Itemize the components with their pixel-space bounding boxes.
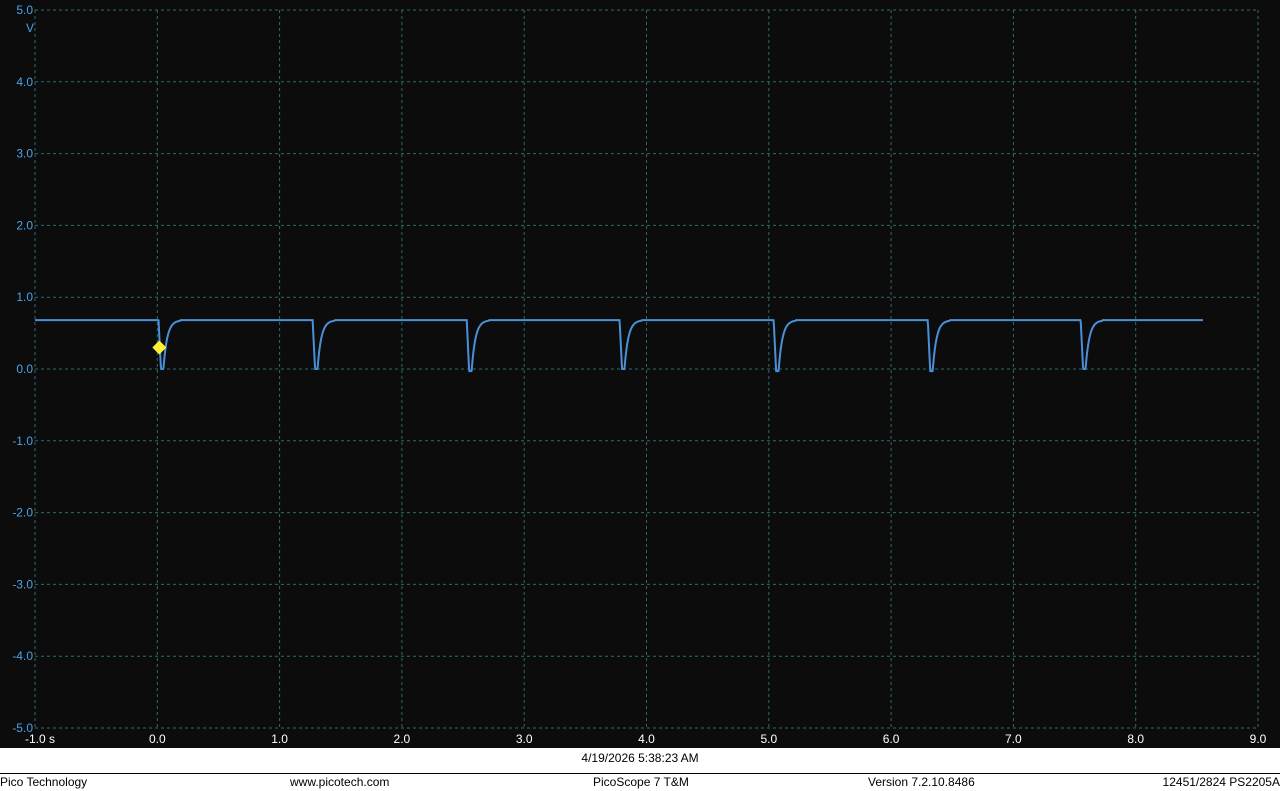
traces — [35, 319, 1203, 373]
y-tick-label: 1.0 — [16, 290, 33, 304]
waveform-trace — [35, 319, 1203, 373]
y-tick-label: 2.0 — [16, 218, 33, 232]
waveform-plot: 5.04.03.02.01.00.0-1.0-2.0-3.0-4.0-5.0 -… — [12, 3, 1267, 746]
y-tick-label: -2.0 — [12, 506, 33, 520]
x-tick-label: -1.0 s — [25, 732, 55, 746]
x-tick-label: 5.0 — [760, 732, 777, 746]
capture-timestamp: 4/19/2026 5:38:23 AM — [581, 751, 699, 765]
footer-bar: Pico Technology www.picotech.com PicoSco… — [0, 773, 1280, 790]
grid — [34, 9, 1259, 729]
x-tick-label: 9.0 — [1250, 732, 1267, 746]
x-axis-ticks: -1.0 s 0.0 1.0 2.0 3.0 4.0 5.0 6.0 7.0 8.0 9.0 — [25, 732, 1267, 746]
x-tick-label: 6.0 — [883, 732, 900, 746]
footer-product: PicoScope 7 T&M — [593, 775, 689, 789]
y-axis-ticks: 5.04.03.02.01.00.0-1.0-2.0-3.0-4.0-5.0 — [12, 3, 33, 735]
y-tick-label: 4.0 — [16, 75, 33, 89]
scope-display: 5.0 4.0 3.0 2.0 1.0 0.0 -1.0 -2.0 -3.0 -4.0 -5.0 -… — [0, 0, 1280, 748]
y-tick-label: -3.0 — [12, 577, 33, 591]
y-axis-unit: V — [26, 21, 34, 35]
x-tick-label: 4.0 — [638, 732, 655, 746]
x-tick-label: 2.0 — [394, 732, 411, 746]
footer-company: Pico Technology — [0, 775, 88, 789]
footer-device: 12451/2824 PS2205A — [1162, 775, 1280, 789]
y-tick-label: 3.0 — [16, 147, 33, 161]
y-tick-label: -4.0 — [12, 649, 33, 663]
x-tick-label: 8.0 — [1127, 732, 1144, 746]
y-tick-label: -1.0 — [12, 434, 33, 448]
x-tick-label: 3.0 — [516, 732, 533, 746]
y-tick-label: 5.0 — [16, 3, 33, 17]
footer-website: www.picotech.com — [290, 775, 390, 789]
x-tick-label: 7.0 — [1005, 732, 1022, 746]
footer-version: Version 7.2.10.8486 — [868, 775, 975, 789]
x-tick-label: 1.0 — [271, 732, 288, 746]
y-tick-label: 0.0 — [16, 362, 33, 376]
x-tick-label: 0.0 — [149, 732, 166, 746]
